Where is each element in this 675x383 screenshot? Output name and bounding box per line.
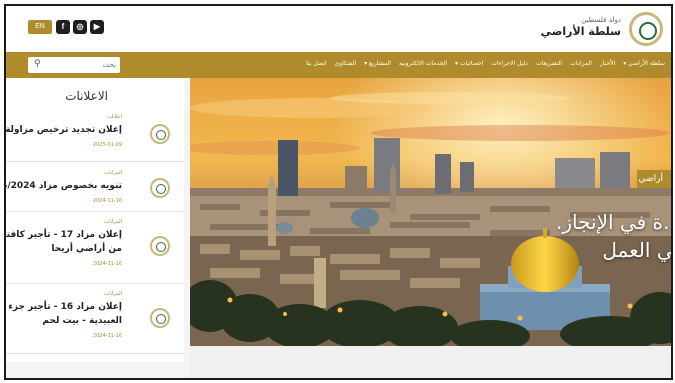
seal-icon: [150, 308, 170, 328]
announcement-category: اعلانات: [107, 114, 122, 120]
list-item[interactable]: المزادات إعلان مزاد 17 - تأجير كافتيريا …: [6, 212, 184, 284]
announcements-panel: الاعلانات اعلانات إعلان تجديد ترخيص مزاو…: [6, 78, 184, 362]
main-navbar: ⚲ سلطة الأراضي ▾ الأخبار المزادات التشري…: [6, 52, 671, 78]
nav-item-projects[interactable]: المشاريع ▾: [364, 60, 391, 67]
nav-item-news[interactable]: الأخبار: [600, 60, 615, 67]
page-content-area: [190, 346, 671, 378]
logo-title: سلطة الأراضي: [540, 25, 621, 38]
announcement-title[interactable]: تنويه بخصوص مزاد 14/2024: [6, 179, 122, 193]
hero-title-line-1: …ة في الإنجاز.: [556, 210, 671, 234]
announcements-title: الاعلانات: [65, 89, 108, 103]
announcement-category: المزادات: [103, 291, 122, 297]
announcement-category: المزادات: [103, 219, 122, 225]
youtube-icon[interactable]: ▶: [90, 20, 104, 34]
logo-seal-icon[interactable]: [629, 12, 663, 46]
hero-title-line-2: في العمل: [602, 238, 671, 262]
search-input[interactable]: [48, 58, 116, 72]
announcement-date: 2024-11-16: [92, 333, 122, 339]
nav-item-eservices[interactable]: الخدمات الالكترونية: [399, 60, 447, 67]
announcement-date: 2025-01-09: [92, 142, 122, 148]
nav-item-statistics[interactable]: احصائيات ▾: [455, 60, 483, 67]
announcement-category: المزادات: [103, 170, 122, 176]
nav-item-contact[interactable]: اتصل بنا: [306, 60, 326, 67]
seal-icon: [150, 124, 170, 144]
site-header: EN f ◎ ▶ دولة فلسطين سلطة الأراضي: [6, 6, 671, 52]
announcement-date: 2024-11-16: [92, 261, 122, 267]
list-item[interactable]: المزادات تنويه بخصوص مزاد 14/2024 2024-1…: [6, 162, 184, 212]
nav-item-procedures-guide[interactable]: دليل الاجراءات: [491, 60, 528, 67]
announcement-date: 2024-11-16: [92, 198, 122, 204]
nav-item-legislation[interactable]: التشريعات: [536, 60, 562, 67]
hero-title: …ة في الإنجاز. في العمل: [556, 208, 671, 264]
nav-item-auctions[interactable]: المزادات: [570, 60, 592, 67]
instagram-icon[interactable]: ◎: [73, 20, 87, 34]
list-item[interactable]: المزادات إعلان مزاد 16 - تأجير جزء من أر…: [6, 284, 184, 354]
seal-icon: [150, 236, 170, 256]
nav-item-complaints[interactable]: الشكاوى: [335, 60, 357, 67]
browser-viewport: EN f ◎ ▶ دولة فلسطين سلطة الأراضي ⚲ سلطة…: [4, 4, 673, 380]
list-item[interactable]: اعلانات إعلان تجديد ترخيص مزاولة مهنة 20…: [6, 112, 184, 162]
seal-icon: [150, 178, 170, 198]
announcements-list: اعلانات إعلان تجديد ترخيص مزاولة مهنة 20…: [6, 112, 184, 354]
logo-subtitle: دولة فلسطين: [581, 16, 621, 24]
hero-slide-tag[interactable]: أراضي: [637, 170, 671, 188]
site-logo-text[interactable]: دولة فلسطين سلطة الأراضي: [541, 16, 621, 38]
search-box: ⚲: [28, 57, 120, 73]
nav-menu: سلطة الأراضي ▾ الأخبار المزادات التشريعا…: [306, 60, 665, 67]
announcement-title[interactable]: إعلان تجديد ترخيص مزاولة مهنة: [6, 123, 122, 137]
nav-item-land-authority[interactable]: سلطة الأراضي ▾: [623, 60, 665, 67]
facebook-icon[interactable]: f: [56, 20, 70, 34]
announcement-title[interactable]: إعلان مزاد 16 - تأجير جزء من أراضي العبي…: [6, 300, 122, 328]
announcement-title[interactable]: إعلان مزاد 17 - تأجير كافتيريا (33009) م…: [6, 228, 122, 256]
hero-slider[interactable]: أراضي …ة في الإنجاز. في العمل: [190, 78, 671, 346]
language-button[interactable]: EN: [28, 20, 52, 34]
search-icon[interactable]: ⚲: [34, 59, 41, 69]
